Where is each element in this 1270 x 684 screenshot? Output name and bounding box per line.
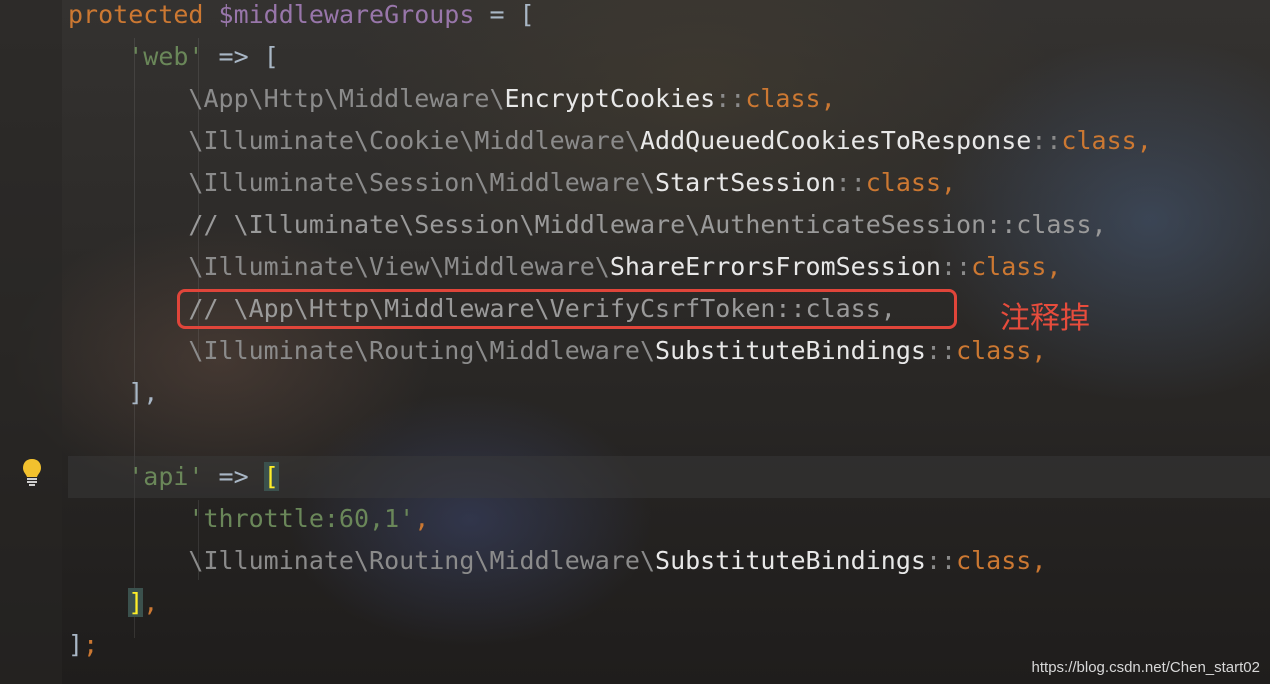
class-name: SubstituteBindings [655, 336, 926, 365]
code-line-10: ], [68, 378, 158, 420]
code-text: => [ [203, 42, 279, 71]
keyword: protected [68, 0, 204, 29]
editor-gutter [0, 0, 62, 684]
comma: , [143, 588, 159, 617]
comma: , [1031, 546, 1047, 575]
code-line-4: \Illuminate\Cookie\Middleware\AddQueuedC… [68, 126, 1152, 168]
comma: , [941, 168, 957, 197]
watermark: https://blog.csdn.net/Chen_start02 [1031, 659, 1260, 676]
code-text: = [ [474, 0, 535, 29]
semicolon: ; [83, 630, 99, 659]
string: 'api' [128, 462, 204, 491]
separator: :: [715, 84, 746, 113]
keyword: class [971, 252, 1047, 281]
code-line-6: // \Illuminate\Session\Middleware\Authen… [68, 210, 1107, 252]
code-line-12: 'api' => [ [68, 462, 279, 504]
matched-bracket: [ [263, 462, 279, 491]
code-line-2: 'web' => [ [68, 42, 279, 84]
separator: :: [941, 252, 972, 281]
comma: , [414, 504, 430, 533]
code-line-7: \Illuminate\View\Middleware\ShareErrorsF… [68, 252, 1061, 294]
namespace: \App\Http\Middleware\ [188, 84, 505, 113]
comment: // \Illuminate\Session\Middleware\Authen… [188, 210, 1107, 239]
namespace: \Illuminate\Routing\Middleware\ [188, 336, 656, 365]
code-line-5: \Illuminate\Session\Middleware\StartSess… [68, 168, 956, 210]
code-line-16: ]; [68, 630, 98, 672]
comma: , [1136, 126, 1152, 155]
class-name: ShareErrorsFromSession [609, 252, 941, 281]
code-text: ] [68, 630, 84, 659]
comma: , [1046, 252, 1062, 281]
code-line-9: \Illuminate\Routing\Middleware\Substitut… [68, 336, 1046, 378]
string: 'web' [128, 42, 204, 71]
namespace: \Illuminate\View\Middleware\ [188, 252, 610, 281]
code-line-1: protected $middlewareGroups = [ [68, 0, 535, 42]
class-name: StartSession [655, 168, 836, 197]
keyword: class [745, 84, 821, 113]
variable: $middlewareGroups [218, 0, 475, 29]
namespace: \Illuminate\Session\Middleware\ [188, 168, 656, 197]
separator: :: [925, 336, 957, 365]
highlight-box [177, 289, 957, 329]
keyword: class [956, 546, 1032, 575]
class-name: AddQueuedCookiesToResponse [639, 126, 1032, 155]
namespace: \Illuminate\Cookie\Middleware\ [188, 126, 640, 155]
code-text: => [203, 462, 264, 491]
lightbulb-icon[interactable] [22, 458, 42, 486]
separator: :: [925, 546, 957, 575]
class-name: SubstituteBindings [655, 546, 926, 575]
string: 'throttle:60,1' [188, 504, 415, 533]
comma: , [1031, 336, 1047, 365]
code-line-3: \App\Http\Middleware\EncryptCookies::cla… [68, 84, 836, 126]
code-line-15: ], [68, 588, 158, 630]
matched-bracket: ] [128, 588, 144, 617]
code-line-13: 'throttle:60,1', [68, 504, 429, 546]
namespace: \Illuminate\Routing\Middleware\ [188, 546, 656, 575]
keyword: class [865, 168, 942, 197]
comma: , [820, 84, 836, 113]
keyword: class [1061, 126, 1137, 155]
class-name: EncryptCookies [504, 84, 716, 113]
separator: :: [835, 168, 866, 197]
code-line-14: \Illuminate\Routing\Middleware\Substitut… [68, 546, 1046, 588]
separator: :: [1031, 126, 1062, 155]
annotation-label: 注释掉 [1000, 301, 1090, 336]
keyword: class [956, 336, 1032, 365]
code-text: ], [128, 378, 159, 407]
